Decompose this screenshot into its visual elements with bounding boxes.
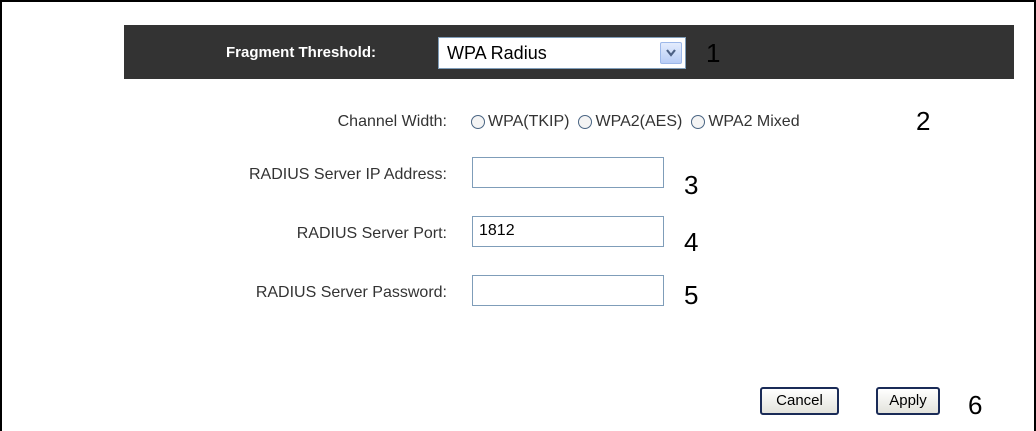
radio-button-icon[interactable] (471, 115, 485, 129)
security-mode-select-value: WPA Radius (447, 43, 547, 63)
cancel-button[interactable]: Cancel (760, 387, 839, 415)
channel-width-radio-group: WPA(TKIP) WPA2(AES) WPA2 Mixed (471, 111, 809, 133)
fragment-threshold-label: Fragment Threshold: (226, 44, 377, 61)
callout-6: 6 (968, 390, 983, 420)
radius-password-input[interactable] (472, 275, 664, 306)
radius-ip-input[interactable] (472, 157, 664, 188)
dropdown-button[interactable] (660, 42, 682, 64)
radius-port-value: 1812 (479, 222, 515, 239)
callout-3: 3 (684, 170, 699, 200)
callout-4: 4 (684, 227, 699, 257)
radio-label-wpa2-mixed: WPA2 Mixed (708, 113, 800, 130)
radius-port-input[interactable]: 1812 (472, 216, 664, 247)
radio-label-wpa2-aes: WPA2(AES) (595, 113, 683, 130)
radio-option-wpa2-aes[interactable]: WPA2(AES) (578, 113, 682, 131)
radio-button-icon[interactable] (691, 115, 706, 129)
callout-5: 5 (684, 280, 699, 310)
radio-option-wpa2-mixed[interactable]: WPA2 Mixed (691, 113, 800, 131)
radio-label-wpa-tkip: WPA(TKIP) (488, 113, 570, 130)
chevron-down-icon (666, 49, 676, 57)
radius-ip-label: RADIUS Server IP Address: (249, 166, 447, 183)
security-mode-select[interactable]: WPA Radius (438, 37, 686, 69)
callout-1: 1 (706, 38, 721, 68)
channel-width-label: Channel Width: (337, 113, 447, 130)
callout-2: 2 (916, 106, 931, 136)
radio-button-icon[interactable] (578, 115, 593, 129)
radius-password-label: RADIUS Server Password: (255, 284, 447, 301)
radius-port-label: RADIUS Server Port: (296, 225, 447, 242)
apply-button[interactable]: Apply (876, 387, 940, 415)
radio-option-wpa-tkip[interactable]: WPA(TKIP) (471, 113, 569, 131)
